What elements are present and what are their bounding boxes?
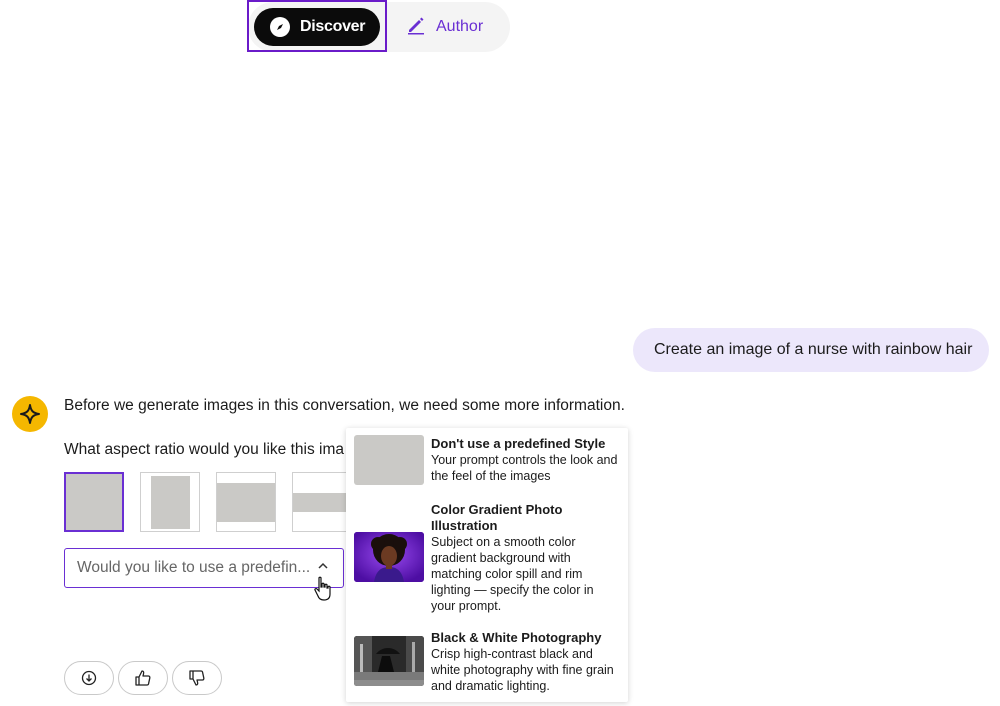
style-thumbnail <box>354 636 424 686</box>
style-option-title: Color Gradient Photo Illustration <box>431 502 563 533</box>
user-message-bubble: Create an image of a nurse with rainbow … <box>633 328 989 372</box>
download-button[interactable] <box>64 661 114 695</box>
assistant-avatar <box>12 396 48 432</box>
style-dropdown-menu: Don't use a predefined Style Your prompt… <box>346 428 628 702</box>
style-option-description: Your prompt controls the look and the fe… <box>431 453 618 483</box>
ratio-preview <box>66 474 122 530</box>
sparkle-icon <box>20 404 40 424</box>
hand-cursor-icon <box>314 576 331 601</box>
compass-icon <box>270 17 290 37</box>
chevron-up-icon[interactable] <box>317 560 329 572</box>
aspect-option-square[interactable] <box>64 472 124 532</box>
style-option-none[interactable]: Don't use a predefined Style Your prompt… <box>346 428 628 492</box>
thumbs-down-icon <box>189 670 205 686</box>
assistant-intro-text: Before we generate images in this conver… <box>64 397 625 414</box>
thumbs-down-button[interactable] <box>172 661 222 695</box>
user-message-text: Create an image of a nurse with rainbow … <box>654 341 973 358</box>
discover-button[interactable]: Discover <box>254 8 380 46</box>
aspect-ratio-question: What aspect ratio would you like this im… <box>64 441 344 458</box>
style-select-placeholder: Would you like to use a predefin... <box>77 559 311 576</box>
aspect-option-landscape[interactable] <box>216 472 276 532</box>
aspect-option-portrait[interactable] <box>140 472 200 532</box>
style-option-black-white[interactable]: Black & White Photography Crisp high-con… <box>346 622 628 702</box>
author-button[interactable]: Author <box>392 8 500 46</box>
style-option-title: Black & White Photography <box>431 630 602 645</box>
style-thumbnail <box>354 532 424 582</box>
style-option-color-gradient[interactable]: Color Gradient Photo Illustration Subjec… <box>346 494 628 620</box>
discover-label: Discover <box>300 18 366 35</box>
download-icon <box>81 670 97 686</box>
thumbs-up-icon <box>135 670 151 686</box>
style-option-description: Subject on a smooth color gradient backg… <box>431 535 594 613</box>
aspect-option-wide[interactable] <box>292 472 352 532</box>
pencil-icon <box>406 15 426 40</box>
thumbs-up-button[interactable] <box>118 661 168 695</box>
style-option-title: Don't use a predefined Style <box>431 436 606 451</box>
ratio-preview <box>293 493 351 512</box>
style-thumbnail <box>354 435 424 485</box>
style-option-description: Crisp high-contrast black and white phot… <box>431 647 614 693</box>
ratio-preview <box>151 476 190 529</box>
author-label: Author <box>436 18 484 35</box>
style-select[interactable]: Would you like to use a predefin... <box>64 548 344 588</box>
ratio-preview <box>217 483 275 522</box>
